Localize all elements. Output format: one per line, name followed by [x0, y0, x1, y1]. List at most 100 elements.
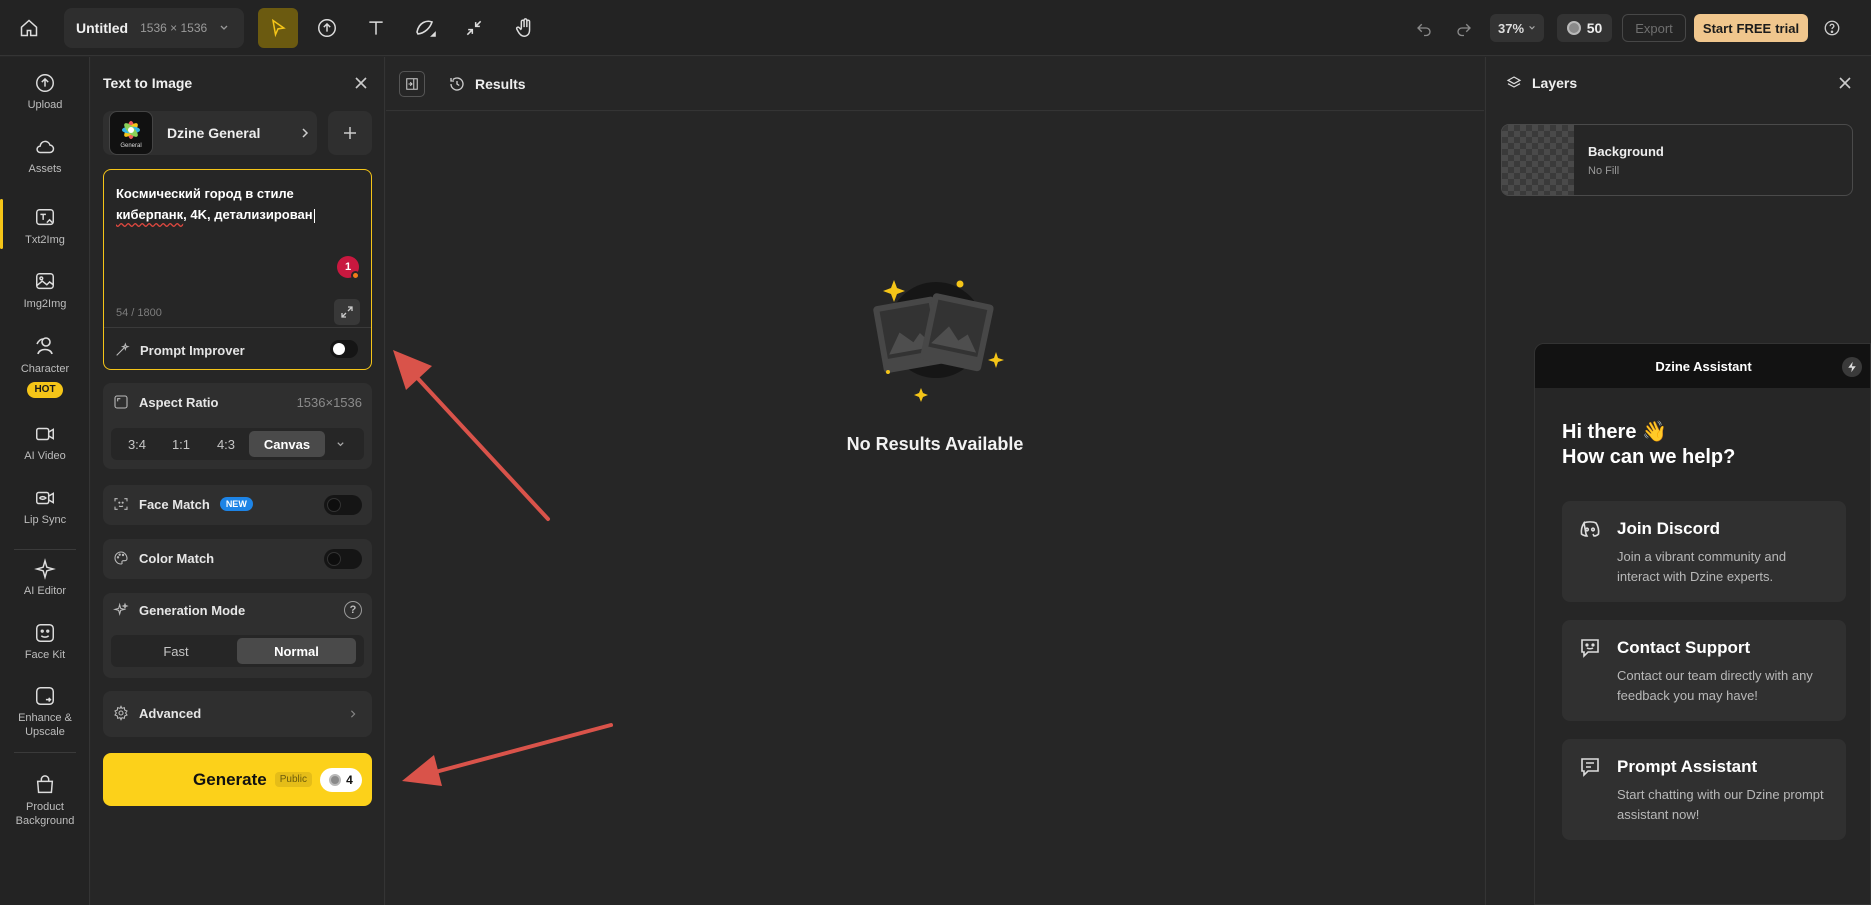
close-icon[interactable]: [353, 75, 369, 91]
rail-item-img2img[interactable]: Img2Img: [0, 271, 90, 311]
rail-item-assets[interactable]: Assets: [0, 136, 90, 176]
upload-icon: [36, 74, 54, 92]
layer-item-background[interactable]: Background No Fill: [1501, 124, 1853, 196]
rail-item-ai-video[interactable]: AI Video: [0, 423, 90, 463]
prompt-assistant-card[interactable]: Prompt Assistant Start chatting with our…: [1562, 739, 1846, 840]
contact-support-card[interactable]: Contact Support Contact our team directl…: [1562, 620, 1846, 721]
prompt-text[interactable]: Космический город в стиле киберпанк, 4K,…: [116, 183, 346, 225]
collapse-panel-button[interactable]: [399, 71, 425, 97]
rail-item-upload[interactable]: Upload: [0, 72, 90, 112]
hand-icon[interactable]: [505, 8, 545, 48]
results-header: Results: [386, 57, 1484, 111]
rail-item-enhance-upscale[interactable]: Enhance & Upscale: [0, 685, 90, 739]
flower-logo-icon: [122, 121, 140, 139]
advanced-row[interactable]: Advanced: [103, 691, 372, 737]
top-toolbar: Untitled 1536 × 1536 37% 50 Export Start…: [0, 0, 1871, 56]
text-icon[interactable]: [356, 8, 396, 48]
select-arrow-icon[interactable]: [258, 8, 298, 48]
export-button[interactable]: Export: [1622, 14, 1686, 42]
credits-display[interactable]: 50: [1557, 14, 1612, 42]
aspect-option-3-4[interactable]: 3:4: [115, 431, 159, 457]
mode-option-normal[interactable]: Normal: [237, 638, 356, 664]
home-icon[interactable]: [9, 8, 49, 48]
text-to-image-panel: Text to Image General Dzine General Косм…: [91, 57, 385, 905]
aspect-size: 1536×1536: [296, 395, 362, 410]
rail-item-lip-sync[interactable]: Lip Sync: [0, 487, 90, 527]
mode-option-fast[interactable]: Fast: [115, 638, 237, 664]
assistant-collapse-icon[interactable]: [1842, 357, 1862, 377]
generation-mode-options: Fast Normal: [111, 635, 364, 667]
generate-cost: 4: [320, 768, 362, 792]
pen-icon[interactable]: [405, 8, 445, 48]
prompt-input[interactable]: Космический город в стиле киберпанк, 4K,…: [103, 169, 372, 370]
panel-toggle-icon: [406, 78, 418, 90]
expand-prompt-button[interactable]: [334, 299, 360, 325]
upload-circle-icon[interactable]: [307, 8, 347, 48]
undo-icon[interactable]: [1404, 8, 1444, 48]
results-tab[interactable]: Results: [448, 75, 526, 93]
aspect-ratio-icon: [114, 395, 128, 409]
advanced-label-row: Advanced: [113, 705, 201, 721]
assistant-title: Dzine Assistant: [1655, 358, 1752, 374]
aspect-more-button[interactable]: [325, 431, 355, 457]
shrink-icon[interactable]: [454, 8, 494, 48]
rail-divider: [14, 752, 76, 753]
enhance-icon: [36, 687, 54, 705]
color-match-toggle[interactable]: [324, 549, 362, 569]
redo-icon[interactable]: [1444, 8, 1484, 48]
gear-icon: [114, 705, 128, 721]
chevron-right-icon: [302, 128, 309, 138]
face-kit-icon: [36, 624, 54, 642]
rail-item-ai-editor[interactable]: AI Editor: [0, 558, 90, 598]
join-discord-card[interactable]: Join Discord Join a vibrant community an…: [1562, 501, 1846, 602]
plus-icon: [344, 127, 356, 139]
card-title: Contact Support: [1617, 638, 1751, 657]
toggle-knob: [333, 343, 345, 355]
model-selector[interactable]: General Dzine General: [103, 111, 317, 155]
rail-label: Product Background: [15, 801, 75, 827]
help-icon[interactable]: [1812, 8, 1852, 48]
aspect-ratio-options: 3:4 1:1 4:3 Canvas: [111, 428, 364, 460]
zoom-level: 37%: [1497, 20, 1525, 36]
advanced-label: Advanced: [139, 705, 202, 721]
card-description: Start chatting with our Dzine prompt ass…: [1617, 787, 1824, 822]
face-scan-icon: [114, 498, 128, 510]
add-model-button[interactable]: [328, 111, 372, 155]
rail-label: AI Editor: [23, 585, 67, 597]
face-match-toggle[interactable]: [324, 495, 362, 515]
rail-item-character[interactable]: Character HOT: [0, 334, 90, 398]
cloud-icon: [36, 140, 55, 154]
chevron-down-icon: [220, 25, 228, 30]
rail-item-face-kit[interactable]: Face Kit: [0, 622, 90, 662]
face-match-row: Face Match NEW: [113, 496, 253, 512]
rail-label: Face Kit: [24, 649, 66, 661]
sparkle-icon: [34, 558, 56, 580]
card-title: Prompt Assistant: [1617, 757, 1758, 776]
prompt-improver-toggle[interactable]: [330, 340, 358, 358]
zoom-selector[interactable]: 37%: [1490, 14, 1544, 42]
chat-smile-icon: [1581, 639, 1599, 658]
help-icon[interactable]: ?: [344, 601, 362, 619]
left-tool-rail: Upload Assets Txt2Img Img2Img Character …: [0, 57, 90, 905]
rail-item-product-background[interactable]: Product Background: [0, 774, 90, 828]
close-icon[interactable]: [1837, 75, 1853, 91]
generate-button[interactable]: Generate Public 4: [103, 753, 372, 806]
prompt-improver-label: Prompt Improver: [140, 342, 245, 358]
character-count: 54 / 1800: [116, 307, 162, 319]
assistant-greeting: Hi there 👋 How can we help?: [1562, 420, 1735, 470]
results-area: No Results Available: [386, 112, 1484, 905]
layer-fill: No Fill: [1588, 164, 1620, 177]
aspect-option-canvas[interactable]: Canvas: [249, 431, 325, 457]
video-icon: [36, 427, 54, 441]
document-selector[interactable]: Untitled 1536 × 1536: [64, 8, 244, 48]
rail-item-txt2img[interactable]: Txt2Img: [0, 199, 90, 249]
aspect-option-1-1[interactable]: 1:1: [159, 431, 203, 457]
aspect-option-4-3[interactable]: 4:3: [203, 431, 249, 457]
grammar-status-dot: [351, 271, 360, 280]
toggle-knob: [327, 498, 341, 512]
aspect-ratio-label: Aspect Ratio: [139, 394, 219, 410]
trial-free: FREE: [1736, 20, 1772, 36]
layers-icon: [1506, 76, 1522, 88]
rail-label: Enhance & Upscale: [18, 712, 72, 738]
start-free-trial-button[interactable]: Start FREE trial: [1694, 14, 1808, 42]
